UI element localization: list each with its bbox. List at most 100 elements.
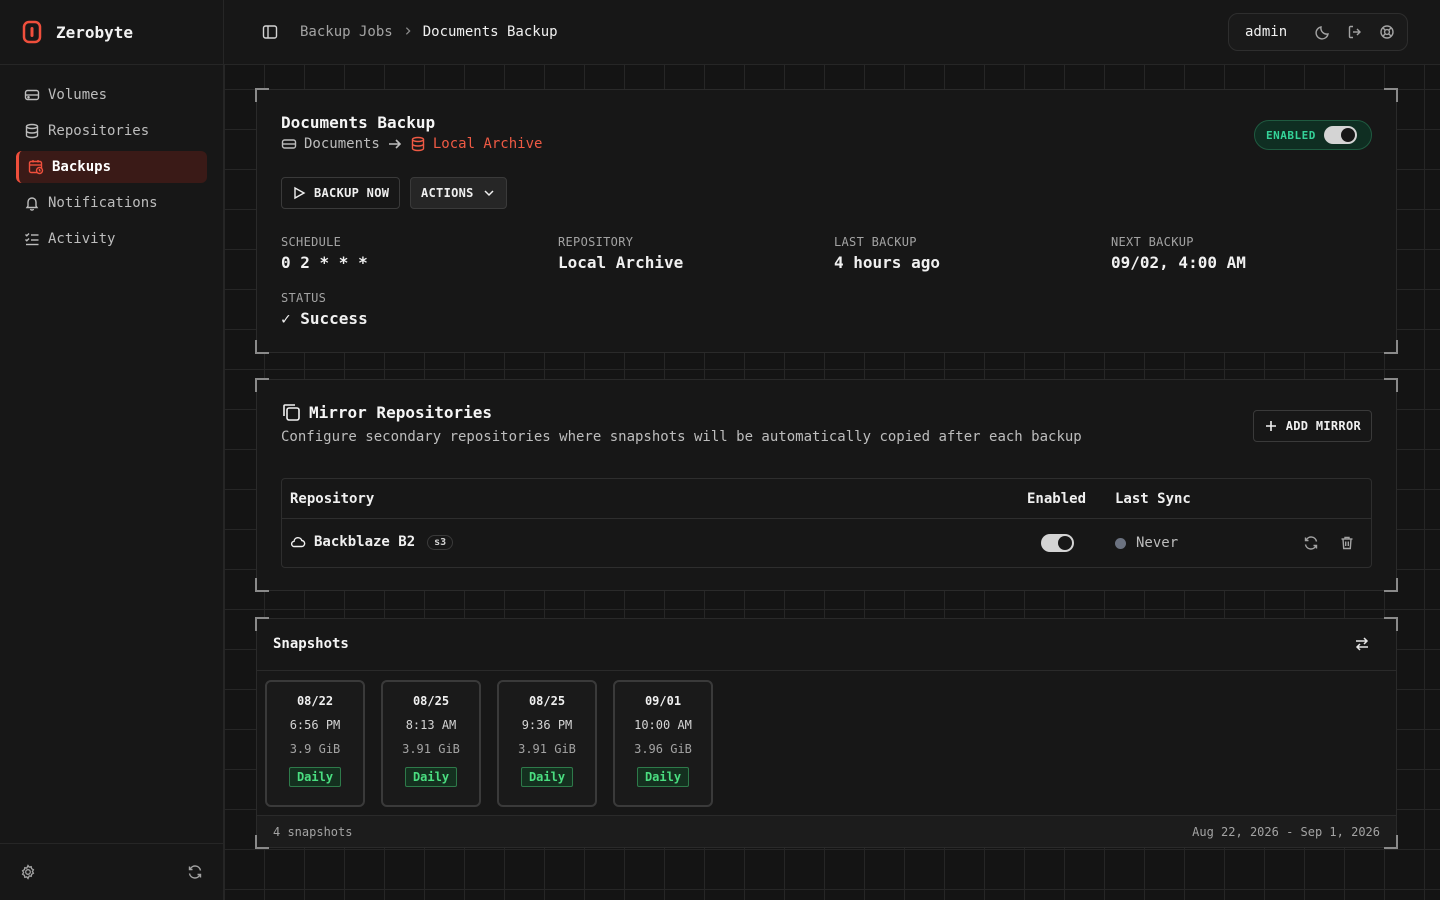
stat-value: 4 hours ago xyxy=(834,253,940,272)
snapshot-timeline: 08/22 6:56 PM 3.9 GiB Daily 08/25 8:13 A… xyxy=(265,680,713,807)
snapshot-size: 3.96 GiB xyxy=(634,742,692,756)
last-sync-value: Never xyxy=(1136,535,1179,551)
plus-icon xyxy=(1265,421,1276,431)
hard-drive-icon xyxy=(24,89,40,101)
chevron-down-icon xyxy=(484,190,494,197)
stat-label: REPOSITORY xyxy=(558,235,634,249)
job-source[interactable]: Documents xyxy=(304,136,380,152)
stat-label: SCHEDULE xyxy=(281,235,342,249)
sync-status-dot xyxy=(1115,537,1126,549)
snapshot-card[interactable]: 08/22 6:56 PM 3.9 GiB Daily xyxy=(265,680,365,807)
sync-refresh-icon[interactable] xyxy=(1303,535,1319,551)
sidebar-item-label: Backups xyxy=(52,159,112,175)
sidebar-footer xyxy=(0,843,223,900)
snapshots-footer: 4 snapshots Aug 22, 2026 - Sep 1, 2026 xyxy=(257,815,1396,847)
mirror-table-header: Repository Enabled Last Sync xyxy=(282,479,1371,519)
stat-schedule: SCHEDULE 0 2 * * * xyxy=(281,235,368,272)
job-destination[interactable]: Local Archive xyxy=(433,136,543,152)
backup-job-card: Documents Backup Documents Local Archive… xyxy=(255,88,1398,354)
sidebar-item-backups[interactable]: Backups xyxy=(16,151,207,183)
stat-value: 0 2 * * * xyxy=(281,253,368,272)
snapshot-card[interactable]: 08/25 9:36 PM 3.91 GiB Daily xyxy=(497,680,597,807)
sidebar-item-label: Activity xyxy=(48,231,116,247)
mirror-enabled-toggle[interactable] xyxy=(1041,534,1074,552)
moon-icon[interactable] xyxy=(1315,24,1331,40)
zerobyte-logo-icon xyxy=(22,20,42,44)
brand[interactable]: Zerobyte xyxy=(0,0,223,65)
job-path: Documents Local Archive xyxy=(281,136,542,152)
sidebar-item-label: Volumes xyxy=(48,87,108,103)
top-bar: Backup Jobs Documents Backup admin xyxy=(224,0,1440,65)
breadcrumb-backup-jobs[interactable]: Backup Jobs xyxy=(300,24,393,40)
database-icon xyxy=(411,136,425,152)
app-name: Zerobyte xyxy=(56,22,134,42)
mirror-repo-name: Backblaze B2 xyxy=(314,534,416,550)
table-row: Backblaze B2 s3 Never xyxy=(282,519,1371,567)
actions-dropdown-button[interactable]: ACTIONS xyxy=(410,177,507,209)
username: admin xyxy=(1245,24,1288,40)
snapshot-time: 6:56 PM xyxy=(289,718,341,732)
cloud-icon xyxy=(290,537,306,548)
mirror-title: Mirror Repositories xyxy=(281,402,492,422)
mirror-title-text: Mirror Repositories xyxy=(309,402,493,422)
sidebar-item-label: Repositories xyxy=(48,123,150,139)
status-badge-label: ENABLED xyxy=(1266,128,1316,142)
snapshot-time: 8:13 AM xyxy=(405,718,457,732)
hard-drive-icon xyxy=(281,139,297,149)
sidebar-item-volumes[interactable]: Volumes xyxy=(16,79,207,111)
sidebar-item-repositories[interactable]: Repositories xyxy=(16,115,207,147)
help-lifebuoy-icon[interactable] xyxy=(1379,24,1395,40)
arrow-right-icon xyxy=(388,139,401,149)
col-repository: Repository xyxy=(290,491,375,507)
sidebar-item-notifications[interactable]: Notifications xyxy=(16,187,207,219)
snapshots-title: Snapshots xyxy=(273,636,349,652)
snapshot-count: 4 snapshots xyxy=(273,824,353,839)
sidebar-item-activity[interactable]: Activity xyxy=(16,223,207,255)
backup-now-button[interactable]: BACKUP NOW xyxy=(281,177,401,209)
logout-icon[interactable] xyxy=(1347,24,1363,40)
main-content: Documents Backup Documents Local Archive… xyxy=(224,65,1440,900)
chevron-right-icon xyxy=(403,25,413,39)
snapshot-card[interactable]: 08/25 8:13 AM 3.91 GiB Daily xyxy=(381,680,481,807)
stat-value: ✓ Success xyxy=(281,309,368,328)
snapshot-size: 3.9 GiB xyxy=(289,742,341,756)
snapshots-header: Snapshots xyxy=(257,619,1396,671)
snapshot-card[interactable]: 09/01 10:00 AM 3.96 GiB Daily xyxy=(613,680,713,807)
backup-now-label: BACKUP NOW xyxy=(314,186,390,200)
col-last-sync: Last Sync xyxy=(1115,491,1191,507)
snapshot-date: 08/22 xyxy=(296,694,334,708)
settings-gear-icon[interactable] xyxy=(20,864,36,880)
stat-next-backup: NEXT BACKUP 09/02, 4:00 AM xyxy=(1111,235,1246,272)
snapshot-date: 09/01 xyxy=(644,694,682,708)
snapshot-size: 3.91 GiB xyxy=(402,742,460,756)
sidebar: Zerobyte Volumes Repositories Backups No… xyxy=(0,0,224,900)
add-mirror-button[interactable]: ADD MIRROR xyxy=(1252,410,1372,442)
sidebar-toggle-icon[interactable] xyxy=(262,24,278,40)
mirror-description: Configure secondary repositories where s… xyxy=(281,429,1082,445)
snapshot-size: 3.91 GiB xyxy=(518,742,576,756)
stat-label: LAST BACKUP xyxy=(834,235,917,249)
mirror-repo-cell: Backblaze B2 s3 xyxy=(290,534,454,550)
user-menu: admin xyxy=(1228,13,1408,51)
mirror-table: Repository Enabled Last Sync Backblaze B… xyxy=(281,478,1372,568)
database-icon xyxy=(25,123,39,139)
add-mirror-label: ADD MIRROR xyxy=(1285,419,1361,433)
snapshot-date: 08/25 xyxy=(412,694,450,708)
snapshots-card: Snapshots 08/22 6:56 PM 3.9 GiB Daily 08… xyxy=(255,617,1398,849)
play-icon xyxy=(294,186,306,200)
col-enabled: Enabled xyxy=(1027,491,1087,507)
list-checks-icon xyxy=(25,233,39,246)
swap-arrows-icon[interactable] xyxy=(1354,636,1370,652)
snapshot-date: 08/25 xyxy=(528,694,566,708)
sidebar-item-label: Notifications xyxy=(48,195,158,211)
sidebar-nav: Volumes Repositories Backups Notificatio… xyxy=(0,65,223,255)
job-enabled-toggle[interactable] xyxy=(1323,126,1357,144)
snapshot-tag: Daily xyxy=(288,767,342,787)
copy-icon xyxy=(283,404,300,421)
calendar-clock-icon xyxy=(28,160,44,175)
refresh-icon[interactable] xyxy=(187,864,203,880)
stat-value: Local Archive xyxy=(558,253,684,272)
job-title: Documents Backup xyxy=(281,113,436,132)
snapshot-date-range: Aug 22, 2026 - Sep 1, 2026 xyxy=(1192,824,1380,839)
trash-icon[interactable] xyxy=(1339,535,1355,551)
